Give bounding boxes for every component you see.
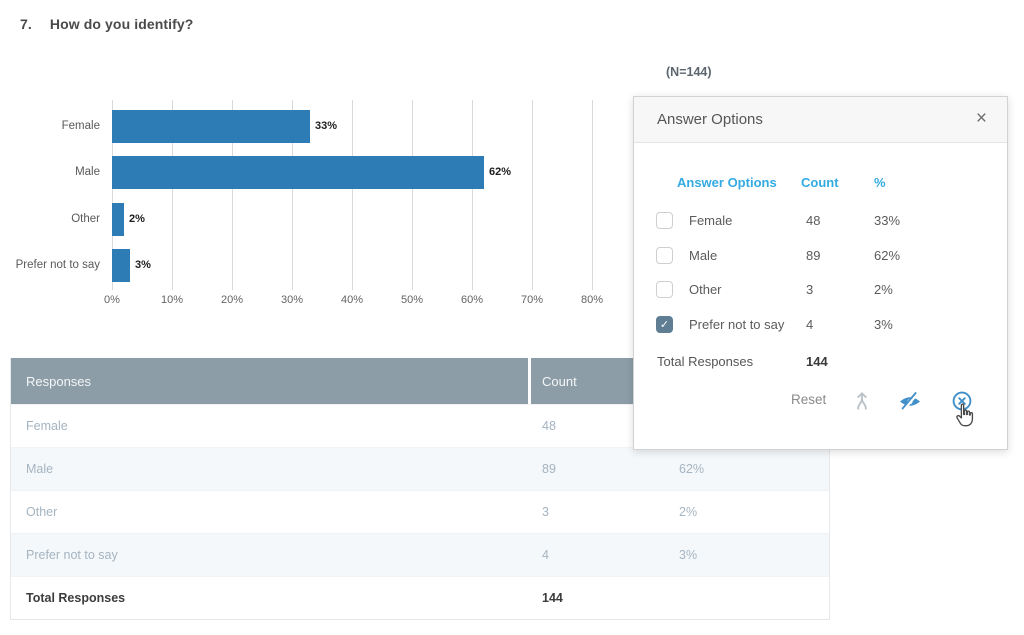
popup-footer: Reset: [634, 387, 1007, 417]
option-label: Other: [689, 273, 722, 307]
x-axis-tick-label: 30%: [270, 294, 314, 306]
x-axis-tick-label: 60%: [450, 294, 494, 306]
option-count: 48: [806, 204, 820, 238]
checkbox-checked[interactable]: ✓: [656, 316, 673, 333]
option-percent: 62%: [874, 239, 900, 273]
merge-answers-icon[interactable]: [851, 390, 873, 412]
x-axis-tick-label: 10%: [150, 294, 194, 306]
option-label: Prefer not to say: [689, 308, 784, 342]
bar-female[interactable]: [112, 110, 310, 143]
gridline: [532, 100, 533, 290]
row-label: Male: [11, 462, 531, 476]
question-header: 7. How do you identify?: [20, 16, 193, 32]
chart-category-label: Prefer not to say: [0, 249, 100, 282]
question-number: 7.: [20, 16, 32, 32]
popup-option-row: Female 48 33%: [634, 204, 1007, 238]
option-count: 3: [806, 273, 813, 307]
gridline: [592, 100, 593, 290]
column-header-responses: Responses: [11, 358, 528, 404]
row-label: Other: [11, 505, 531, 519]
popup-total-count: 144: [806, 347, 828, 377]
gridline: [472, 100, 473, 290]
row-label: Prefer not to say: [11, 548, 531, 562]
option-percent: 2%: [874, 273, 893, 307]
row-percent: 3%: [671, 548, 829, 562]
chart-plot-area: 33% 62% 2% 3%: [112, 100, 622, 292]
popup-title: Answer Options: [657, 111, 763, 128]
bar-value-label: 2%: [129, 203, 145, 236]
hide-eye-slash-icon[interactable]: [898, 392, 922, 411]
bar-other[interactable]: [112, 203, 124, 236]
bar-male[interactable]: [112, 156, 484, 189]
option-percent: 3%: [874, 308, 893, 342]
x-axis-tick-label: 40%: [330, 294, 374, 306]
popup-option-row: Male 89 62%: [634, 239, 1007, 273]
option-label: Female: [689, 204, 732, 238]
sample-size-label: (N=144): [666, 65, 712, 79]
option-count: 4: [806, 308, 813, 342]
popup-total-row: Total Responses 144: [634, 347, 1007, 377]
x-axis-tick-label: 80%: [570, 294, 614, 306]
table-row: Other32%: [11, 490, 829, 533]
x-axis-tick-label: 0%: [90, 294, 134, 306]
x-axis-tick-label: 70%: [510, 294, 554, 306]
bar-chart: Female Male Other Prefer not to say 33% 62% 2…: [0, 100, 660, 310]
checkbox-unchecked[interactable]: [656, 281, 673, 298]
chart-category-label: Female: [0, 110, 100, 143]
row-count: 3: [531, 505, 671, 519]
answer-options-popup: Answer Options × Answer Options Count % …: [633, 96, 1008, 450]
hand-cursor: [954, 403, 975, 428]
total-count: 144: [531, 591, 671, 605]
popup-col-answer-options[interactable]: Answer Options: [677, 175, 777, 190]
row-count: 89: [531, 462, 671, 476]
row-percent: 2%: [671, 505, 829, 519]
table-row: Prefer not to say43%: [11, 533, 829, 576]
popup-header: Answer Options: [634, 97, 1007, 143]
popup-total-label: Total Responses: [657, 347, 753, 377]
gridline: [352, 100, 353, 290]
popup-column-headers: Answer Options Count %: [634, 175, 1007, 197]
table-total-row: Total Responses144: [11, 576, 829, 619]
reset-button[interactable]: Reset: [791, 392, 826, 407]
option-percent: 33%: [874, 204, 900, 238]
popup-option-row: ✓ Prefer not to say 4 3%: [634, 308, 1007, 342]
popup-option-row: Other 3 2%: [634, 273, 1007, 307]
row-label: Female: [11, 419, 531, 433]
total-label: Total Responses: [11, 591, 531, 605]
row-percent: 62%: [671, 462, 829, 476]
question-title: How do you identify?: [50, 16, 194, 32]
bar-value-label: 3%: [135, 249, 151, 282]
chart-category-label: Other: [0, 203, 100, 236]
checkbox-unchecked[interactable]: [656, 212, 673, 229]
bar-prefer-not-to-say[interactable]: [112, 249, 130, 282]
option-count: 89: [806, 239, 820, 273]
x-axis-tick-label: 20%: [210, 294, 254, 306]
table-row: Male8962%: [11, 447, 829, 490]
row-count: 4: [531, 548, 671, 562]
popup-col-count[interactable]: Count: [801, 175, 839, 190]
bar-value-label: 33%: [315, 110, 337, 143]
option-label: Male: [689, 239, 717, 273]
chart-category-label: Male: [0, 156, 100, 189]
popup-col-percent[interactable]: %: [874, 175, 886, 190]
gridline: [412, 100, 413, 290]
x-axis-tick-label: 50%: [390, 294, 434, 306]
close-icon[interactable]: ×: [976, 109, 987, 128]
bar-value-label: 62%: [489, 156, 511, 189]
checkbox-unchecked[interactable]: [656, 247, 673, 264]
